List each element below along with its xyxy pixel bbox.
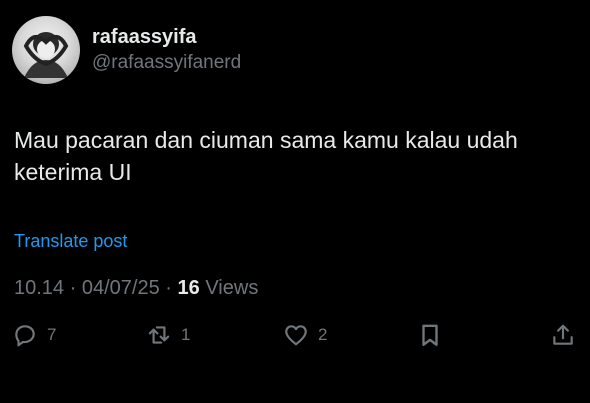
- post-meta: 10.14 · 04/07/25 · 16 Views: [14, 277, 258, 300]
- reply-icon: [15, 325, 35, 347]
- action-bar: 7 1 2: [0, 322, 590, 358]
- repost-button[interactable]: 1: [146, 322, 190, 348]
- display-name[interactable]: rafaassyifa: [92, 25, 241, 49]
- share-icon: [553, 324, 573, 345]
- reply-button[interactable]: 7: [12, 322, 56, 348]
- repost-icon: [148, 326, 170, 344]
- translate-post-link[interactable]: Translate post: [14, 231, 127, 252]
- avatar[interactable]: [12, 16, 80, 84]
- repost-count: 1: [181, 325, 191, 344]
- heart-icon: [285, 325, 307, 346]
- views-label: Views: [205, 277, 259, 299]
- author-names: rafaassyifa @rafaassyifanerd: [92, 25, 241, 75]
- meta-separator: ·: [69, 277, 77, 299]
- post-date[interactable]: 04/07/25: [82, 277, 160, 299]
- post-header: rafaassyifa @rafaassyifanerd: [12, 16, 241, 84]
- avatar-image: [23, 32, 69, 78]
- views-count: 16: [177, 277, 200, 299]
- bookmark-icon: [422, 324, 438, 346]
- post-time[interactable]: 10.14: [14, 277, 64, 299]
- reply-count: 7: [47, 325, 57, 344]
- share-button[interactable]: [550, 322, 576, 348]
- meta-separator: ·: [165, 277, 172, 299]
- like-count: 2: [318, 325, 328, 344]
- like-button[interactable]: 2: [283, 322, 327, 348]
- tweet-text: Mau pacaran dan ciuman sama kamu kalau u…: [14, 127, 518, 185]
- bookmark-button[interactable]: [417, 322, 443, 348]
- user-handle[interactable]: @rafaassyifanerd: [92, 51, 241, 75]
